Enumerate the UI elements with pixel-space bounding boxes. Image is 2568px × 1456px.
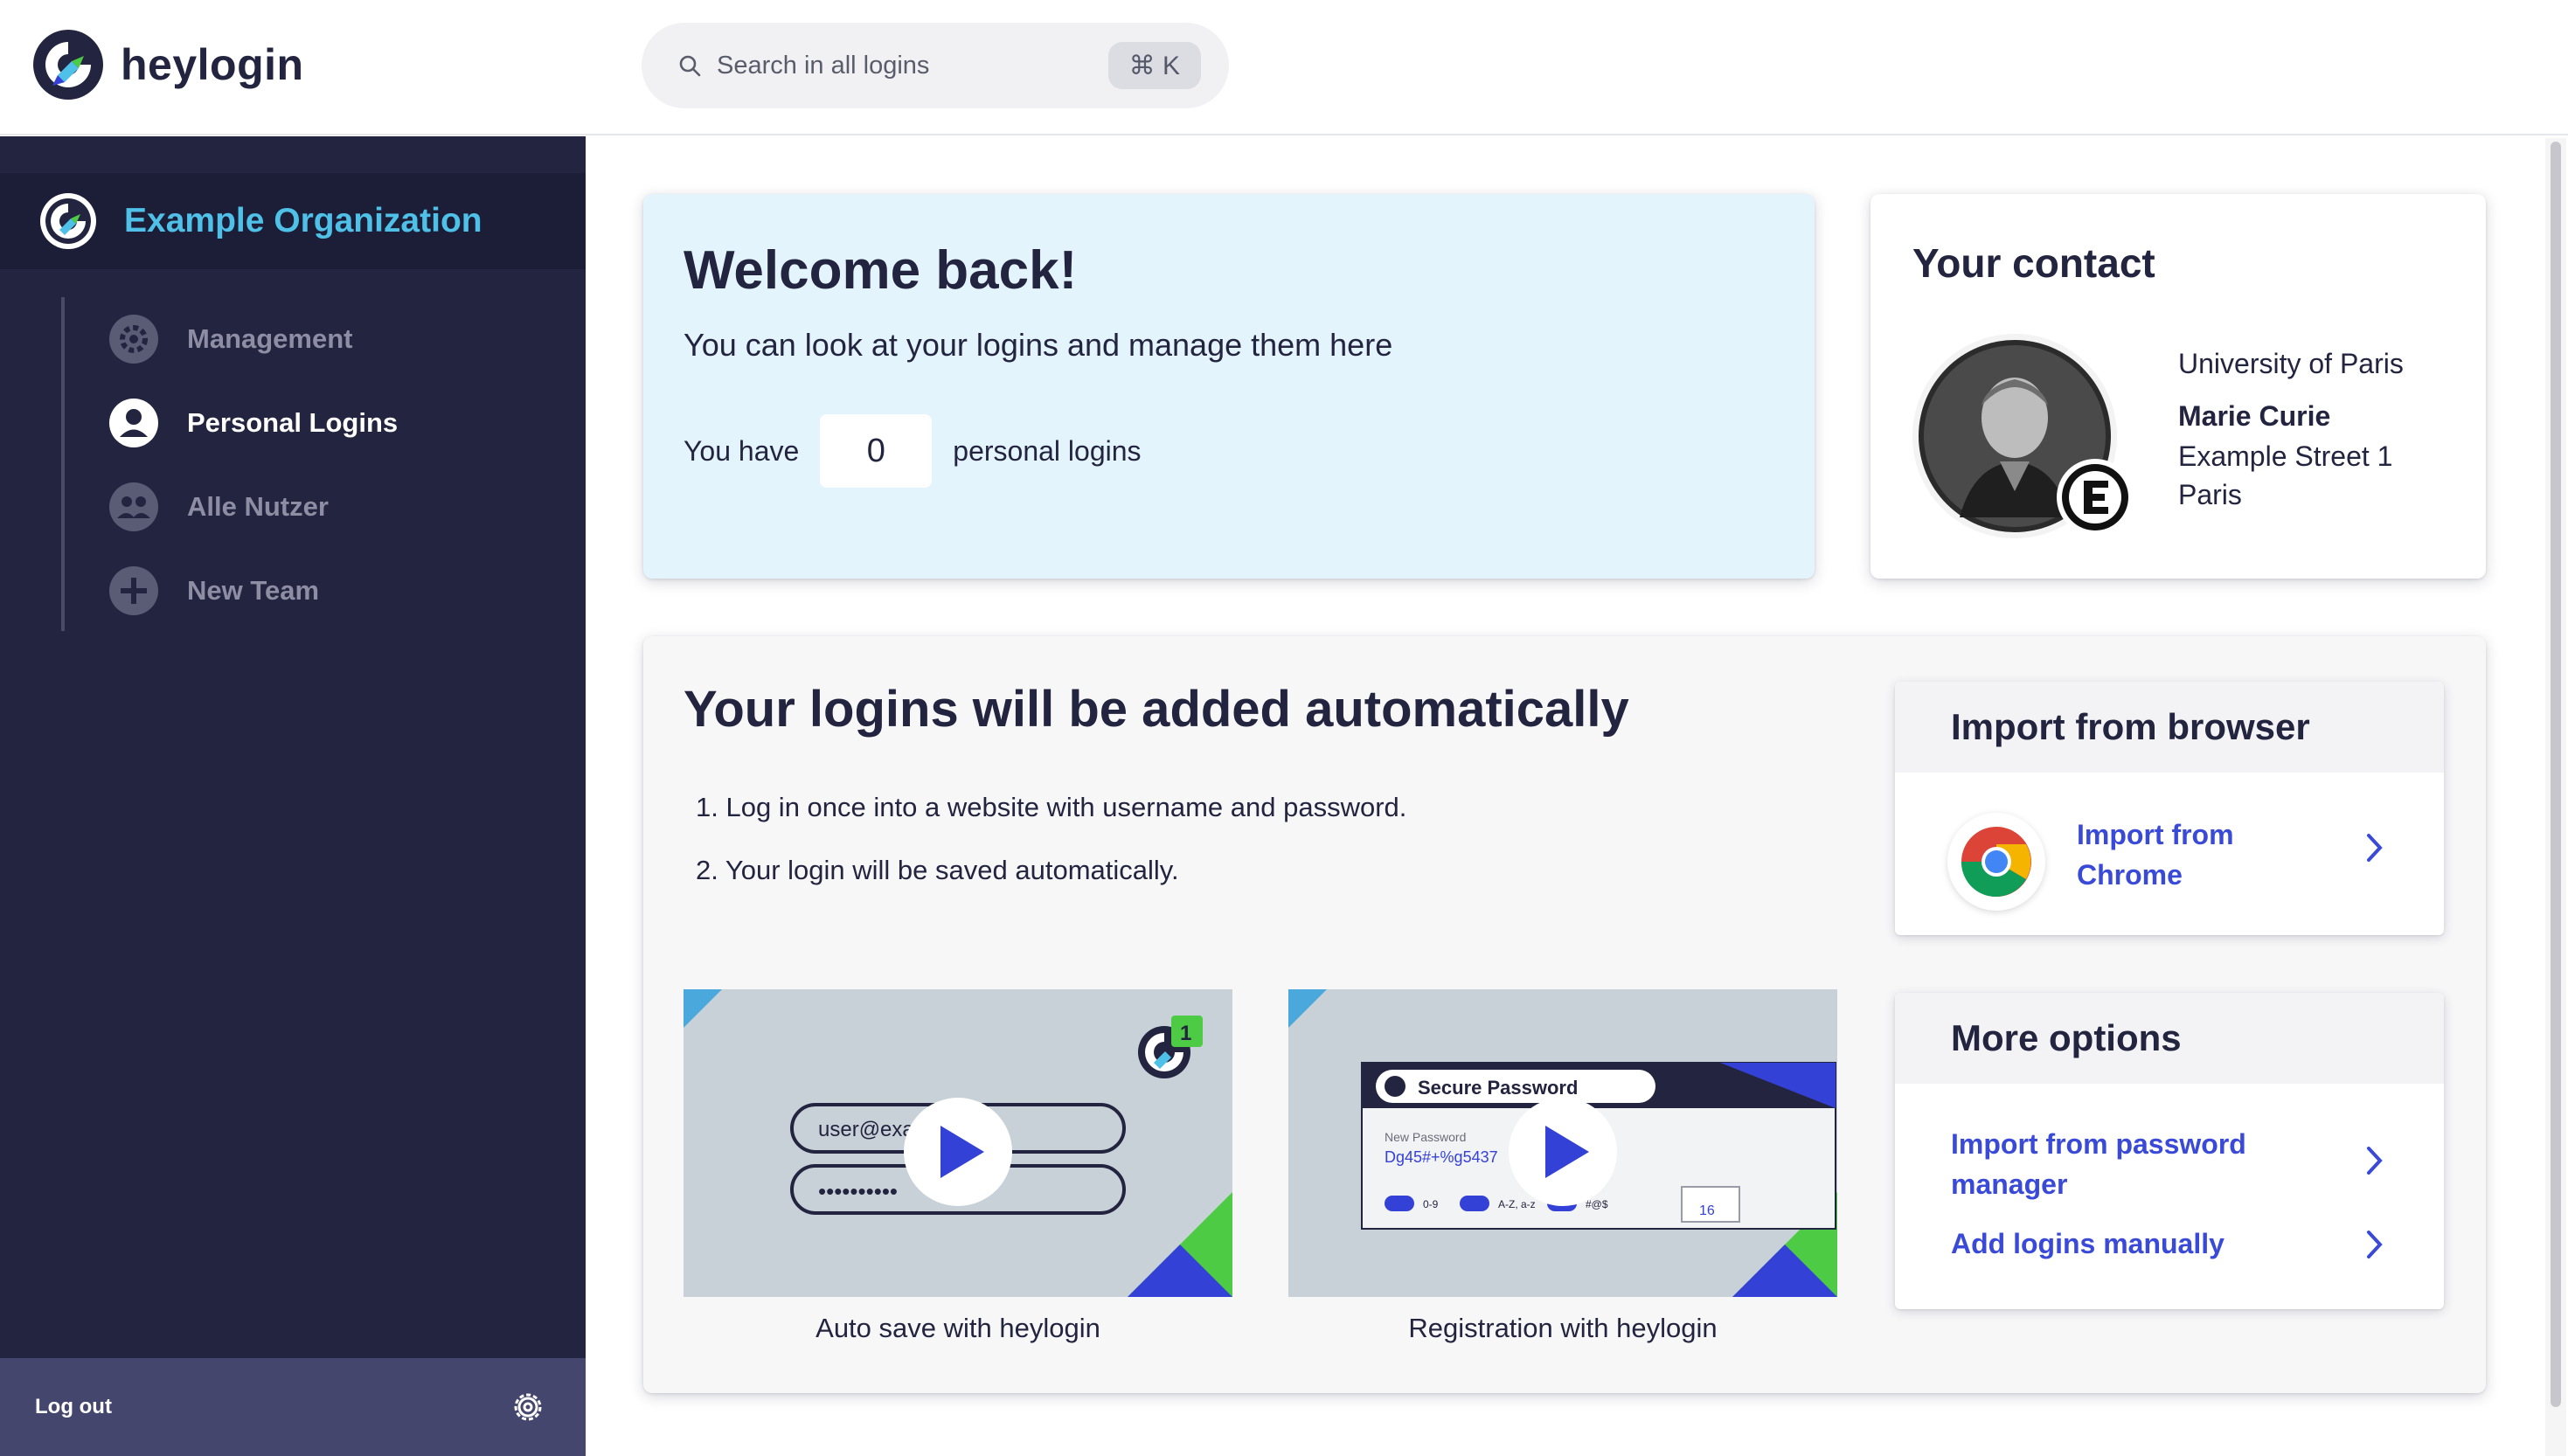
contact-organization: University of Paris: [2178, 348, 2404, 379]
sidebar-item-label: New Team: [187, 575, 320, 606]
contact-name: Marie Curie: [2178, 400, 2331, 432]
chrome-logo: [1947, 813, 2045, 911]
plus-circle-icon: [109, 566, 158, 615]
scrollbar-thumb[interactable]: [2551, 142, 2561, 1407]
welcome-card: Welcome back! You can look at your login…: [643, 194, 1815, 579]
login-count: 0: [820, 414, 933, 488]
video-auto-save-thumbnail: user@exa •••••••••• 1: [684, 989, 1232, 1297]
video-toggle-label: #@$: [1586, 1198, 1608, 1210]
video-field-label: New Password: [1385, 1130, 1466, 1144]
settings-gear-icon[interactable]: [509, 1388, 547, 1426]
import-browser-title: Import from browser: [1895, 682, 2444, 773]
import-browser-panel: Import from browser Import from Chrome: [1895, 682, 2444, 935]
sidebar: Example Organization Management Personal…: [0, 136, 586, 1456]
brand-name: heylogin: [121, 40, 304, 89]
search-bar[interactable]: Search in all logins ⌘ K: [642, 23, 1229, 108]
video-toggle-label: 0-9: [1423, 1198, 1439, 1210]
import-chrome-link[interactable]: Import from Chrome: [2077, 815, 2260, 895]
video-length-value: 16: [1699, 1203, 1715, 1218]
logout-button[interactable]: Log out: [35, 1395, 112, 1419]
person-circle-icon: [109, 399, 158, 447]
contact-city: Paris: [2178, 479, 2242, 510]
organization-header[interactable]: Example Organization: [0, 173, 586, 269]
video-popup-title: Secure Password: [1418, 1077, 1578, 1099]
sidebar-item-label: Alle Nutzer: [187, 491, 329, 522]
more-options-panel: More options Import from password manage…: [1895, 993, 2444, 1309]
welcome-subtitle: You can look at your logins and manage t…: [684, 327, 1393, 363]
sidebar-nav: Management Personal Logins Alle Nutzer N…: [61, 297, 398, 631]
organization-logo-icon: [40, 193, 96, 249]
chevron-right-icon[interactable]: [2363, 832, 2384, 863]
step-item: 1. Log in once into a website with usern…: [696, 792, 1407, 822]
video-registration[interactable]: Secure Password New Password Dg45#+%g543…: [1288, 989, 1837, 1297]
login-count-prefix: You have: [684, 434, 800, 467]
sidebar-item-new-team[interactable]: New Team: [65, 549, 398, 633]
video-field-value: Dg45#+%g5437: [1385, 1148, 1498, 1166]
video-username-text: user@exa: [818, 1118, 914, 1141]
chevron-right-icon[interactable]: [2363, 1229, 2384, 1260]
search-input[interactable]: Search in all logins: [717, 52, 929, 80]
contact-card: Your contact University of Paris Marie C…: [1870, 194, 2486, 579]
contact-street: Example Street 1: [2178, 440, 2393, 472]
login-count-suffix: personal logins: [953, 434, 1142, 467]
video-auto-save[interactable]: user@exa •••••••••• 1: [684, 989, 1232, 1297]
search-icon: [679, 55, 701, 77]
import-password-manager-link[interactable]: Import from password manager: [1951, 1124, 2283, 1204]
search-shortcut-badge: ⌘ K: [1107, 42, 1201, 89]
chrome-icon: [1961, 827, 2031, 897]
video-registration-thumbnail: Secure Password New Password Dg45#+%g543…: [1288, 989, 1837, 1297]
sidebar-item-personal-logins[interactable]: Personal Logins: [65, 381, 398, 465]
gear-circle-icon: [109, 315, 158, 364]
sidebar-item-label: Management: [187, 323, 353, 354]
brand-logo[interactable]: heylogin: [33, 30, 304, 100]
heylogin-logo-icon: [33, 30, 103, 100]
users-circle-icon: [109, 482, 158, 531]
sidebar-footer: Log out: [0, 1358, 586, 1456]
video-caption: Registration with heylogin: [1408, 1313, 1718, 1343]
login-count-row: You have 0 personal logins: [684, 414, 1142, 488]
auto-add-steps: 1. Log in once into a website with usern…: [696, 792, 1406, 918]
organization-name: Example Organization: [124, 202, 482, 239]
auto-add-title: Your logins will be added automatically: [684, 681, 1629, 738]
svg-text:••••••••••: ••••••••••: [818, 1178, 898, 1204]
video-badge-count: 1: [1180, 1022, 1191, 1045]
welcome-title: Welcome back!: [684, 240, 1078, 301]
auto-add-card: Your logins will be added automatically …: [643, 636, 2486, 1393]
video-toggle-label: A-Z, a-z: [1498, 1198, 1536, 1210]
top-bar: heylogin Search in all logins ⌘ K: [0, 0, 2568, 135]
step-item: 2. Your login will be saved automaticall…: [696, 855, 1179, 885]
sidebar-item-label: Personal Logins: [187, 407, 399, 438]
organization-badge-icon: [2057, 459, 2134, 536]
sidebar-item-management[interactable]: Management: [65, 297, 398, 381]
more-options-title: More options: [1895, 993, 2444, 1084]
main-scrollbar[interactable]: [2545, 138, 2566, 1456]
chevron-right-icon[interactable]: [2363, 1145, 2384, 1176]
video-caption: Auto save with heylogin: [816, 1313, 1100, 1343]
add-logins-manually-link[interactable]: Add logins manually: [1951, 1224, 2224, 1264]
sidebar-item-alle-nutzer[interactable]: Alle Nutzer: [65, 465, 398, 549]
contact-title: Your contact: [1912, 240, 2155, 286]
